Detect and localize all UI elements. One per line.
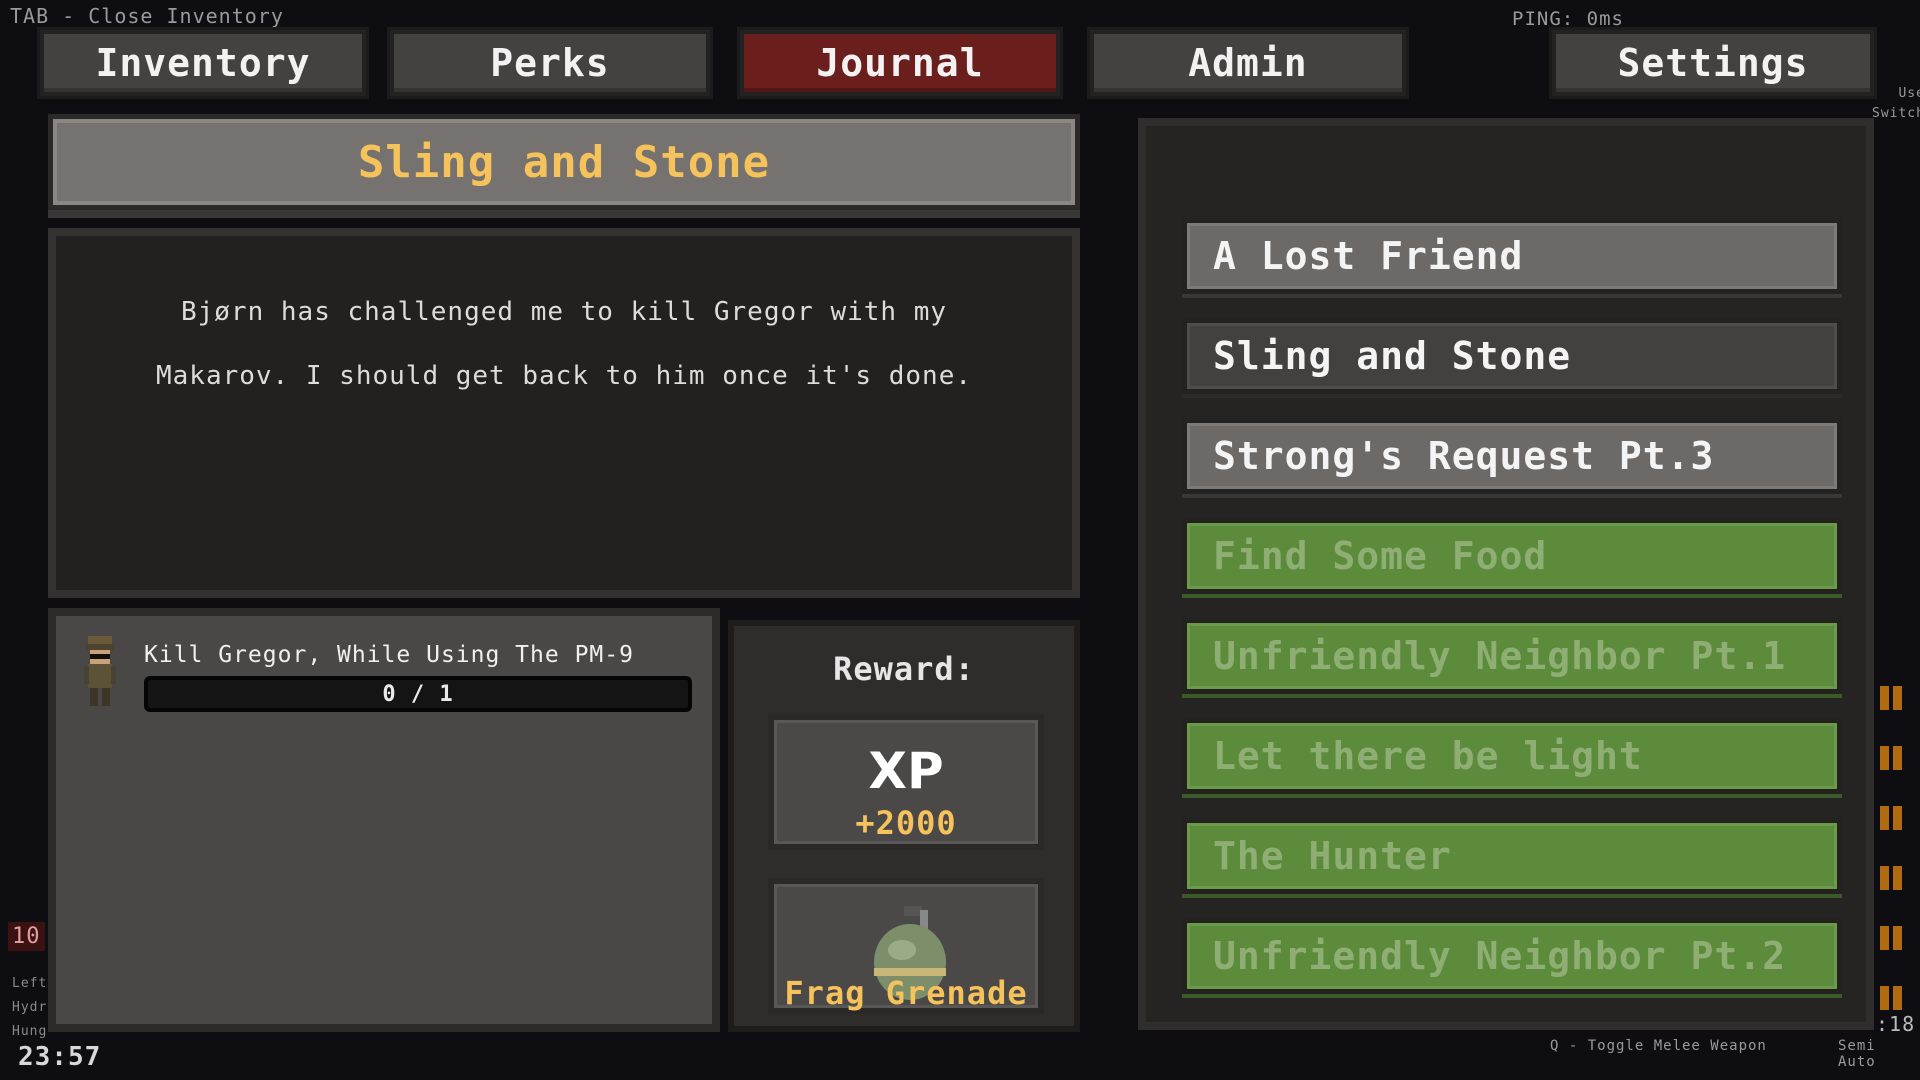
melee-toggle-hint: Q - Toggle Melee Weapon [1550,1038,1767,1054]
stat-hunger: Hung [12,1024,48,1039]
health-readout: 10 [8,922,45,951]
xp-reward-value: +2000 [855,804,957,842]
quest-list: A Lost Friend Sling and Stone Strong's R… [1138,118,1874,1030]
game-clock: 23:57 [18,1042,102,1072]
ammo-indicator [1880,686,1910,1046]
objectives-panel: Kill Gregor, While Using The PM-9 0 / 1 [48,608,720,1032]
ammo-bar [1880,746,1906,770]
ammo-bar [1880,926,1906,950]
tab-journal[interactable]: Journal [740,30,1060,96]
quest-description: Bjørn has challenged me to kill Gregor w… [48,228,1080,598]
gregor-avatar-icon [84,636,116,706]
ping-readout: PING: 0ms [1512,8,1624,30]
grenade-reward-label: Frag Grenade [784,974,1028,1012]
stat-left: Left [12,976,48,991]
tab-inventory[interactable]: Inventory [40,30,366,96]
quest-title: Sling and Stone [48,114,1080,210]
tab-admin[interactable]: Admin [1090,30,1406,96]
xp-icon: XP [868,742,944,800]
stat-hydration: Hydr [12,1000,48,1015]
quest-item-selected[interactable]: Sling and Stone [1182,318,1842,394]
close-inventory-hint: TAB - Close Inventory [10,4,284,28]
reward-panel: Reward: XP +2000 Frag Grenade [728,620,1080,1032]
tab-settings[interactable]: Settings [1552,30,1874,96]
tab-perks[interactable]: Perks [390,30,710,96]
quest-item-completed[interactable]: Find Some Food [1182,518,1842,594]
xp-reward-card: XP +2000 [768,714,1044,850]
objective-progress-bar: 0 / 1 [144,676,692,712]
quest-item-completed[interactable]: The Hunter [1182,818,1842,894]
quest-item-completed[interactable]: Let there be light [1182,718,1842,794]
ammo-bar [1880,866,1906,890]
ammo-bar [1880,686,1906,710]
use-hint: Use [1898,86,1920,101]
survival-stats: Left Hydr Hung [12,972,47,1044]
reward-heading: Reward: [833,650,975,688]
quest-item-completed[interactable]: Unfriendly Neighbor Pt.2 [1182,918,1842,994]
ammo-bar [1880,806,1906,830]
grenade-reward-card: Frag Grenade [768,878,1044,1014]
objective-progress-text: 0 / 1 [382,681,454,707]
quest-item[interactable]: A Lost Friend [1182,218,1842,294]
switch-hint: Switch [1872,106,1920,121]
ammo-bar [1880,986,1906,1010]
use-switch-hint: Use Switch [1872,84,1920,124]
objective-label: Kill Gregor, While Using The PM-9 [144,642,634,668]
quest-item[interactable]: Strong's Request Pt.3 [1182,418,1842,494]
quest-item-completed[interactable]: Unfriendly Neighbor Pt.1 [1182,618,1842,694]
